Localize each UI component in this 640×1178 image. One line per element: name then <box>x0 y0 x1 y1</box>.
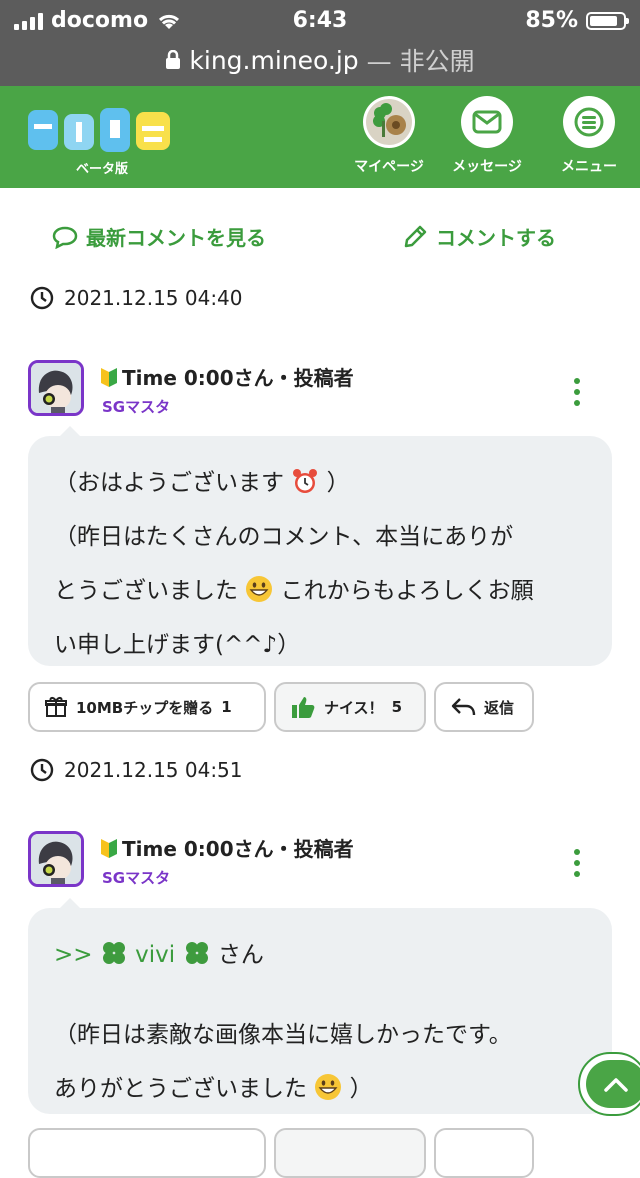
beginner-mark-icon <box>101 367 117 387</box>
speech-bubble-icon <box>52 226 78 249</box>
site-logo[interactable] <box>26 104 176 164</box>
status-bar: docomo 6:43 85% king.mineo.jp — 非公開 <box>0 0 640 86</box>
comment-button-row: 10MBチップを贈る 1 ナイス！ 5 返信 <box>28 682 534 732</box>
poster-avatar[interactable] <box>28 360 84 416</box>
timestamp-text: 2021.12.15 04:40 <box>64 286 243 310</box>
logo-beta-label: ベータ版 <box>76 162 129 177</box>
comment-bubble: >> vivi さん （昨日は素敵な画像本当に嬉しかったです。 ありがとうござい… <box>28 898 612 1116</box>
comment-line: （昨日はたくさんのコメント、本当にありが <box>54 524 514 550</box>
battery-icon <box>586 11 629 30</box>
nav-mypage-label: マイページ <box>354 159 424 175</box>
reply-to-line: >> vivi さん <box>54 928 586 982</box>
reply-button[interactable]: 返信 <box>434 682 534 732</box>
reply-prefix: >> <box>54 942 93 968</box>
more-options-icon[interactable] <box>574 849 580 877</box>
gift-tip-label: 10MBチップを贈る <box>76 698 214 717</box>
poster-name[interactable]: Time 0:00さん・投稿者 <box>100 833 354 862</box>
gift-tip-count: 1 <box>221 698 232 716</box>
nav-menu-label: メニュー <box>561 159 617 175</box>
latest-comments-link[interactable]: 最新コメントを見る <box>52 222 266 251</box>
comment-line: とうございました これからもよろしくお願 <box>54 564 586 618</box>
reply-label: 返信 <box>484 698 515 717</box>
mypage-avatar <box>363 96 415 148</box>
poster-avatar[interactable] <box>28 831 84 887</box>
like-label: ナイス！ <box>324 698 384 717</box>
timestamp-text: 2021.12.15 04:51 <box>64 758 243 782</box>
alarm-clock-icon <box>293 469 318 493</box>
comment-text: とうございました <box>54 578 238 604</box>
nav-menu[interactable]: メニュー <box>544 96 634 176</box>
url-bar[interactable]: king.mineo.jp — 非公開 <box>0 42 640 78</box>
comment-timestamp: 2021.12.15 04:40 <box>30 286 243 310</box>
scroll-to-top-button[interactable] <box>578 1052 640 1116</box>
site-header: ベータ版 マイページ メッセージ メニュー <box>0 86 640 188</box>
comment-line: （おはようございます ） <box>54 456 586 510</box>
url-suffix: — 非公開 <box>366 47 475 76</box>
comment-text: ） <box>349 1076 373 1102</box>
comment-bubble: （おはようございます ） （昨日はたくさんのコメント、本当にありが とうございま… <box>28 426 612 666</box>
poster-name-text: Time 0:00さん・投稿者 <box>122 366 354 390</box>
comment-text: これからもよろしくお願 <box>280 578 534 604</box>
reply-suffix: さん <box>217 942 264 968</box>
nav-mypage[interactable]: マイページ <box>344 96 434 176</box>
comment-actions: 最新コメントを見る コメントする <box>0 222 640 254</box>
gift-tip-button[interactable]: 10MBチップを贈る 1 <box>28 682 266 732</box>
write-comment-label: コメントする <box>436 226 556 250</box>
gift-icon <box>45 697 67 717</box>
battery-percent: 85% <box>525 8 578 33</box>
nav-message[interactable]: メッセージ <box>442 96 532 176</box>
poster-name-text: Time 0:00さん・投稿者 <box>122 837 354 861</box>
lock-icon <box>166 50 181 69</box>
clock-icon <box>30 758 54 782</box>
write-comment-link[interactable]: コメントする <box>402 222 556 251</box>
chevron-up-icon <box>586 1060 640 1108</box>
four-leaf-clover-icon <box>102 942 125 964</box>
nav-message-label: メッセージ <box>452 159 522 175</box>
url-domain: king.mineo.jp <box>189 45 359 75</box>
battery-area: 85% <box>525 8 629 33</box>
comment-text: ありがとうございました <box>54 1076 307 1102</box>
comment-line: ありがとうございました ） <box>54 1062 586 1116</box>
comment-line: い申し上げます(^^♪） <box>54 632 301 658</box>
comment-poster: Time 0:00さん・投稿者 SGマスタ <box>28 360 618 424</box>
like-count: 5 <box>391 698 402 716</box>
comment-timestamp: 2021.12.15 04:51 <box>30 758 243 782</box>
grinning-face-icon <box>315 1074 342 1100</box>
paren-close: ） <box>326 470 350 496</box>
comment-text: （おはようございます <box>54 470 284 496</box>
clock-icon <box>30 286 54 310</box>
beginner-mark-icon <box>101 838 117 858</box>
four-leaf-clover-icon <box>185 942 208 964</box>
comment-line: （昨日は素敵な画像本当に嬉しかったです。 <box>54 1022 512 1048</box>
thumbs-up-icon <box>292 697 315 718</box>
comment-poster: Time 0:00さん・投稿者 SGマスタ <box>28 831 618 895</box>
more-options-icon[interactable] <box>574 378 580 406</box>
reply-target-name[interactable]: vivi <box>135 942 175 968</box>
mail-icon <box>461 96 513 148</box>
poster-role: SGマスタ <box>102 869 171 887</box>
hamburger-icon <box>563 96 615 148</box>
reply-arrow-icon <box>451 698 476 716</box>
like-button[interactable]: ナイス！ 5 <box>274 682 426 732</box>
poster-name[interactable]: Time 0:00さん・投稿者 <box>100 362 354 391</box>
pencil-icon <box>404 225 427 247</box>
poster-role: SGマスタ <box>102 398 171 416</box>
grinning-face-icon <box>246 576 273 602</box>
latest-comments-label: 最新コメントを見る <box>86 226 266 250</box>
